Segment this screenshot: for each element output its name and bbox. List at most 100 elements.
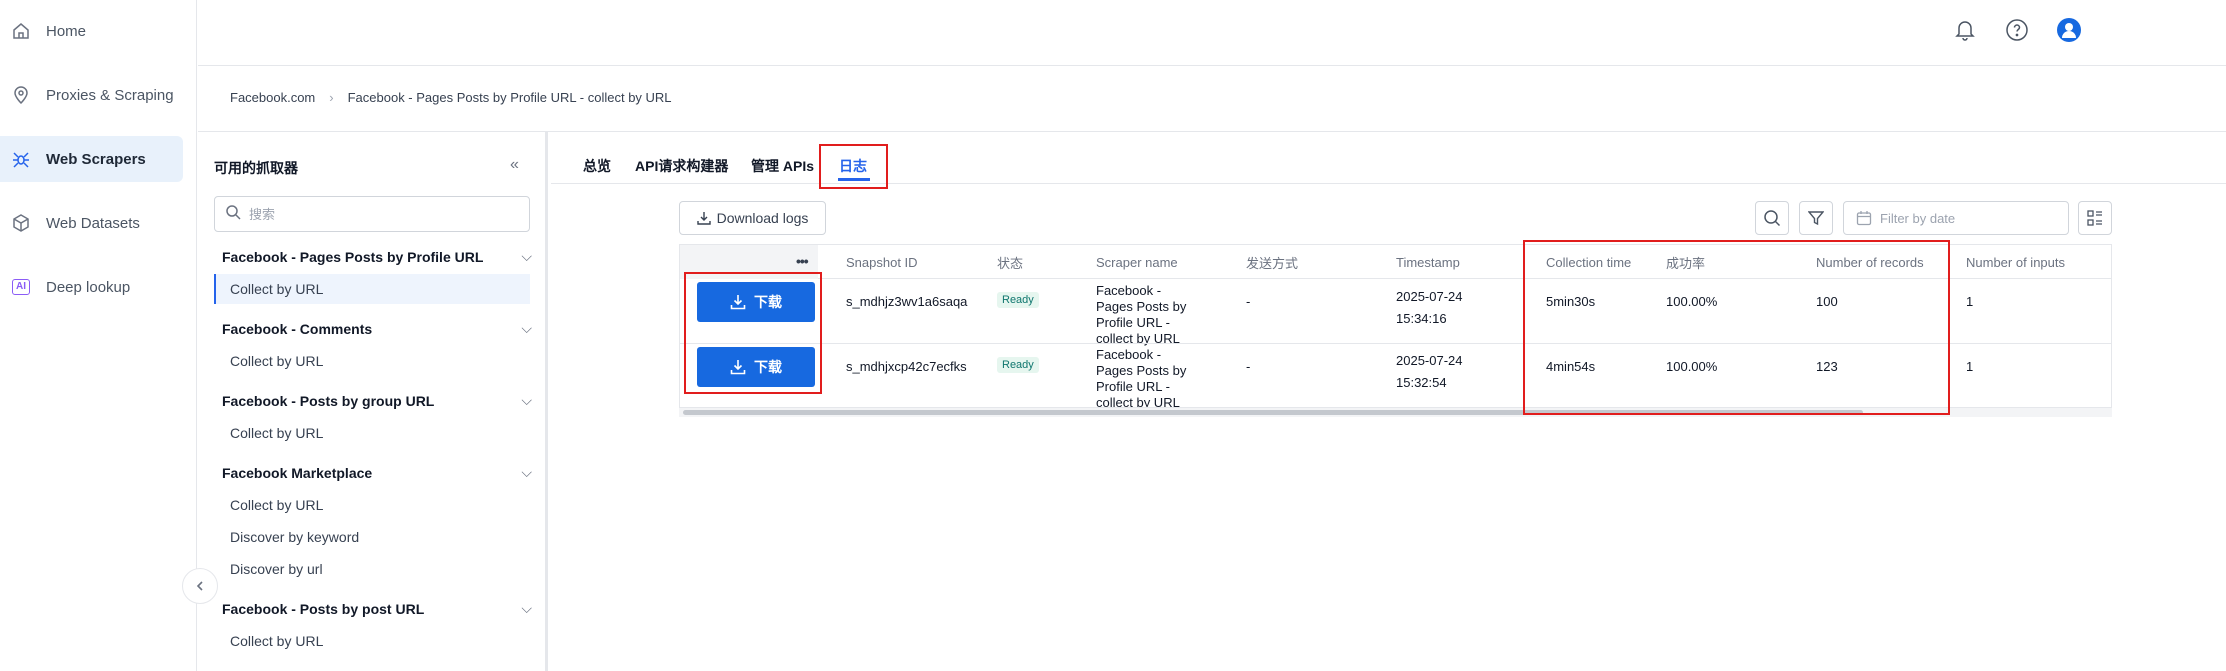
chevron-down-icon: ⌵ — [521, 392, 532, 408]
scraper-name-cell: Facebook - Pages Posts by Profile URL - … — [1096, 347, 1186, 411]
records-cell: 123 — [1816, 359, 1838, 374]
scraper-item[interactable]: Discover by keyword — [214, 522, 530, 552]
nav-item-home[interactable]: Home — [0, 8, 183, 54]
scraper-group[interactable]: Facebook - Posts by post URL ⌵ — [222, 600, 532, 617]
tab-logs[interactable]: 日志 — [839, 156, 867, 176]
help-icon[interactable] — [2003, 16, 2031, 44]
scraper-name-line: Profile URL - — [1096, 379, 1170, 394]
download-label: 下载 — [754, 294, 782, 310]
scraper-group-name: Facebook - Posts by post URL — [222, 600, 425, 617]
date-filter[interactable] — [1843, 201, 2069, 235]
download-icon — [730, 359, 746, 375]
timestamp-cell: 2025-07-24 15:34:16 — [1396, 286, 1463, 330]
main-nav: Home Proxies & Scraping Web Scrapers Web… — [0, 0, 197, 671]
column-settings-icon[interactable] — [2078, 201, 2112, 235]
breadcrumb-item-site[interactable]: Facebook.com — [230, 90, 315, 105]
user-avatar-icon[interactable] — [2055, 16, 2083, 44]
download-label: 下载 — [754, 359, 782, 375]
breadcrumb-separator: › — [329, 90, 334, 105]
column-header-status[interactable]: 状态 — [997, 245, 1023, 279]
nav-item-label: Web Scrapers — [46, 150, 146, 168]
search-icon[interactable] — [1755, 201, 1789, 235]
scraper-item-active[interactable]: Collect by URL — [214, 274, 530, 304]
column-header-delivery[interactable]: 发送方式 — [1246, 245, 1298, 279]
ai-icon: AI — [10, 276, 32, 298]
more-options-icon[interactable]: ••• — [796, 253, 809, 269]
column-header-snapshot-id[interactable]: Snapshot ID — [846, 245, 918, 279]
scrollbar-thumb[interactable] — [683, 410, 1863, 415]
chevron-down-icon: ⌵ — [521, 464, 532, 480]
bell-icon[interactable] — [1951, 16, 1979, 44]
column-header-records[interactable]: Number of records — [1816, 245, 1924, 279]
scraper-name-line: Facebook - — [1096, 283, 1162, 298]
timestamp-cell: 2025-07-24 15:32:54 — [1396, 350, 1463, 394]
spider-icon — [10, 148, 32, 170]
nav-item-web-datasets[interactable]: Web Datasets — [0, 200, 183, 246]
scraper-search[interactable] — [214, 196, 530, 232]
download-logs-label: Download logs — [716, 210, 809, 226]
collection-time-cell: 4min54s — [1546, 359, 1596, 374]
collection-time-cell: 5min30s — [1546, 294, 1596, 309]
collapse-panel-icon[interactable]: « — [510, 156, 519, 174]
search-icon — [225, 204, 241, 225]
nav-item-label: Web Datasets — [46, 214, 140, 232]
nav-item-label: Home — [46, 22, 87, 40]
panel-title: 可用的抓取器 — [214, 160, 298, 176]
location-pin-icon — [10, 84, 32, 106]
timestamp-date: 2025-07-24 — [1396, 289, 1463, 304]
scraper-group[interactable]: Facebook Marketplace ⌵ — [222, 464, 532, 481]
chevron-down-icon: ⌵ — [521, 320, 532, 336]
breadcrumb: Facebook.com › Facebook - Pages Posts by… — [230, 90, 672, 105]
scraper-name-line: Pages Posts by — [1096, 363, 1187, 378]
sidebar-toggle-chevron-left-icon[interactable] — [182, 568, 218, 604]
column-header-inputs[interactable]: Number of inputs — [1966, 245, 2065, 279]
nav-item-label: Proxies & Scraping — [46, 86, 174, 104]
status-badge: Ready — [997, 357, 1039, 373]
nav-item-deep-lookup[interactable]: AI Deep lookup — [0, 264, 183, 310]
delivery-cell: - — [1246, 359, 1251, 374]
nav-item-web-scrapers[interactable]: Web Scrapers — [0, 136, 183, 182]
download-icon — [696, 211, 711, 225]
tab-api-builder[interactable]: API请求构建器 — [635, 156, 728, 176]
scraper-group[interactable]: Facebook - Pages Posts by Profile URL ⌵ — [222, 248, 532, 265]
download-logs-button[interactable]: Download logs — [679, 201, 826, 235]
scraper-item[interactable]: Discover by url — [214, 554, 530, 584]
snapshot-id[interactable]: s_mdhjz3wv1a6saqa — [846, 294, 986, 310]
chevron-down-icon: ⌵ — [521, 600, 532, 616]
cube-icon — [10, 212, 32, 234]
scraper-item[interactable]: Collect by URL — [214, 346, 530, 376]
scraper-item[interactable]: Collect by URL — [214, 626, 530, 656]
scraper-group-name: Facebook - Posts by group URL — [222, 392, 435, 409]
success-rate-cell: 100.00% — [1666, 294, 1718, 309]
column-header-collection-time[interactable]: Collection time — [1546, 245, 1631, 279]
timestamp-time: 15:34:16 — [1396, 311, 1447, 326]
chevron-down-icon: ⌵ — [521, 248, 532, 264]
scraper-item[interactable]: Collect by URL — [214, 418, 530, 448]
tab-manage-apis[interactable]: 管理 APIs — [751, 156, 814, 176]
column-header-scraper-name[interactable]: Scraper name — [1096, 245, 1178, 279]
column-header-timestamp[interactable]: Timestamp — [1396, 245, 1460, 279]
nav-item-label: Deep lookup — [46, 278, 131, 296]
timestamp-date: 2025-07-24 — [1396, 353, 1463, 368]
timestamp-time: 15:32:54 — [1396, 375, 1447, 390]
scraper-group-name: Facebook - Comments — [222, 320, 373, 337]
tab-overview[interactable]: 总览 — [583, 156, 611, 176]
scraper-group[interactable]: Facebook - Comments ⌵ — [222, 320, 532, 337]
search-input[interactable] — [249, 206, 509, 222]
column-header-success-rate[interactable]: 成功率 — [1666, 245, 1705, 279]
scraper-group[interactable]: Facebook - Posts by group URL ⌵ — [222, 392, 532, 409]
scraper-group-name: Facebook - Pages Posts by Profile URL — [222, 248, 484, 265]
nav-item-proxies[interactable]: Proxies & Scraping — [0, 72, 183, 118]
date-filter-input[interactable] — [1880, 210, 2060, 226]
download-button[interactable]: 下载 — [697, 282, 815, 322]
scraper-name-line: collect by URL — [1096, 331, 1180, 346]
filter-icon[interactable] — [1799, 201, 1833, 235]
row-divider — [680, 343, 2111, 344]
scraper-item[interactable]: Collect by URL — [214, 490, 530, 520]
horizontal-scrollbar[interactable] — [679, 407, 2112, 417]
inputs-cell: 1 — [1966, 359, 1974, 374]
snapshot-id[interactable]: s_mdhjxcp42c7ecfks — [846, 359, 986, 375]
download-button[interactable]: 下载 — [697, 347, 815, 387]
top-bar — [198, 0, 2226, 66]
tab-bar: 总览 API请求构建器 管理 APIs 日志 — [551, 132, 2226, 184]
